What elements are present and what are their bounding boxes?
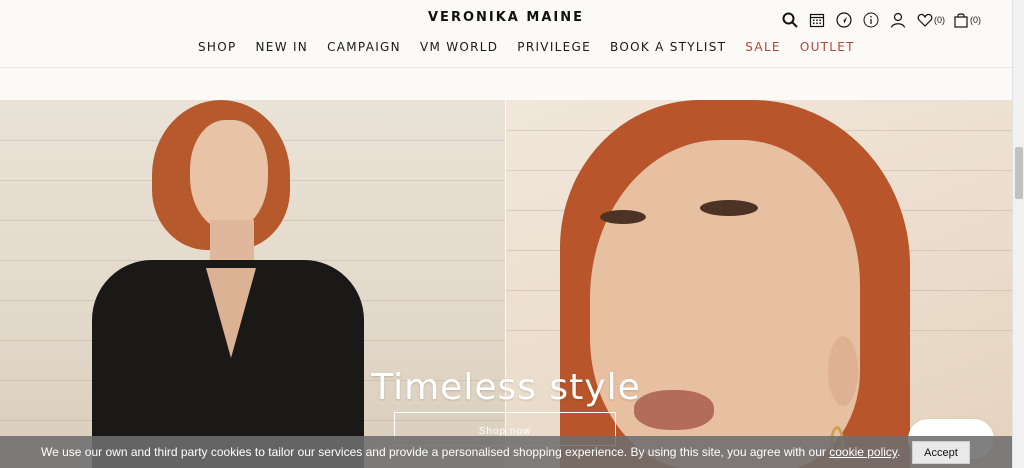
header-icons: (0) (0) bbox=[782, 11, 989, 29]
site-header: VERONIKA MAINE (0) (0) SHOP NEW IN CAMPA… bbox=[0, 0, 1012, 68]
cookie-banner: We use our own and third party cookies t… bbox=[0, 436, 1012, 468]
nav-item-book-a-stylist[interactable]: BOOK A STYLIST bbox=[610, 40, 726, 54]
user-icon[interactable] bbox=[890, 12, 906, 28]
main-nav: SHOP NEW IN CAMPAIGN VM WORLD PRIVILEGE … bbox=[198, 40, 874, 54]
bag-icon[interactable] bbox=[953, 12, 969, 28]
nav-item-shop[interactable]: SHOP bbox=[198, 40, 237, 54]
nav-item-outlet[interactable]: OUTLET bbox=[800, 40, 855, 54]
model-right-eye bbox=[700, 200, 758, 216]
page-scrollbar[interactable] bbox=[1012, 0, 1024, 468]
cookie-suffix: . bbox=[897, 445, 901, 459]
location-icon[interactable] bbox=[836, 12, 852, 28]
nav-item-privilege[interactable]: PRIVILEGE bbox=[517, 40, 591, 54]
model-left-face bbox=[190, 120, 268, 230]
cookie-policy-link[interactable]: cookie policy bbox=[829, 445, 897, 459]
hero-banner[interactable]: Timeless style Shop now bbox=[0, 100, 1012, 468]
nav-item-campaign[interactable]: CAMPAIGN bbox=[327, 40, 401, 54]
hero-title: Timeless style bbox=[371, 367, 641, 408]
nav-item-sale[interactable]: SALE bbox=[745, 40, 781, 54]
heart-icon[interactable] bbox=[917, 12, 933, 28]
calendar-icon[interactable] bbox=[809, 12, 825, 28]
scrollbar-thumb[interactable] bbox=[1015, 147, 1023, 199]
accept-cookies-button[interactable]: Accept bbox=[912, 441, 970, 464]
nav-item-vm-world[interactable]: VM WORLD bbox=[420, 40, 498, 54]
model-right-face bbox=[590, 140, 860, 468]
cookie-text: We use our own and third party cookies t… bbox=[41, 445, 830, 459]
search-icon[interactable] bbox=[782, 12, 798, 28]
info-icon[interactable] bbox=[863, 12, 879, 28]
model-right-eye bbox=[600, 210, 646, 224]
wishlist-count: (0) bbox=[934, 15, 945, 25]
cookie-message: We use our own and third party cookies t… bbox=[41, 445, 900, 459]
nav-item-new-in[interactable]: NEW IN bbox=[256, 40, 309, 54]
cart-count: (0) bbox=[970, 15, 981, 25]
